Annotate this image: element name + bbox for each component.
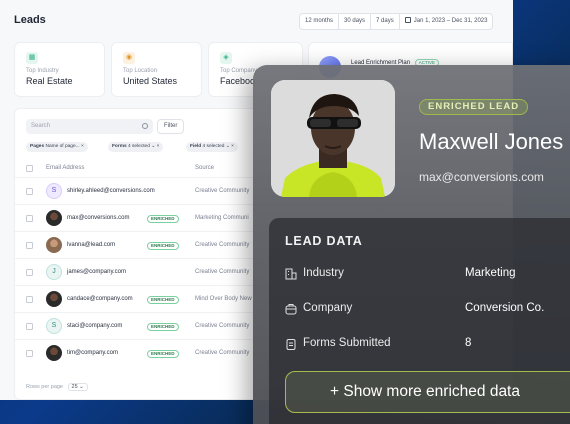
row-email: max@conversions.com — [67, 215, 130, 221]
close-icon[interactable]: × — [157, 144, 160, 149]
avatar: S — [46, 318, 62, 334]
filter-button[interactable]: Filter — [157, 119, 185, 134]
row-source: Creative Community — [195, 242, 250, 248]
date-range-tabs: 12 months 30 days 7 days Jan 1, 2023 – D… — [299, 13, 494, 30]
row-email: staci@company.com — [67, 323, 123, 329]
show-more-enriched-data-button[interactable]: + Show more enriched data — [285, 371, 570, 413]
select-all-checkbox[interactable] — [26, 165, 33, 172]
close-icon[interactable]: × — [81, 144, 84, 149]
enriched-badge: ENRICHED — [147, 215, 179, 223]
lead-data-panel: LEAD DATA Industry Marketing Company Con… — [269, 218, 570, 424]
row-email: candace@company.com — [67, 296, 133, 302]
row-checkbox[interactable] — [26, 350, 33, 357]
avatar — [46, 237, 62, 253]
row-checkbox[interactable] — [26, 269, 33, 276]
stat-card-location: ◉ Top Location United States — [111, 42, 202, 97]
enriched-lead-badge: ENRICHED LEAD — [419, 99, 529, 115]
lead-photo — [271, 80, 395, 197]
tab-7-days[interactable]: 7 days — [371, 14, 400, 29]
lead-field-forms: Forms Submitted 8 — [285, 336, 570, 352]
row-checkbox[interactable] — [26, 188, 33, 195]
row-email: tim@company.com — [67, 350, 118, 356]
column-source[interactable]: Source — [195, 165, 214, 171]
building-icon: ▦ — [26, 52, 38, 64]
row-checkbox[interactable] — [26, 323, 33, 330]
row-source: Mind Over Body New — [195, 296, 252, 302]
rows-per-page: Rows per page 25 ⌄ — [26, 383, 88, 391]
tab-12-months[interactable]: 12 months — [300, 14, 340, 29]
company-icon — [285, 303, 297, 315]
avatar: S — [46, 183, 62, 199]
page-title: Leads — [14, 14, 46, 26]
lead-email: max@conversions.com — [419, 170, 544, 184]
row-source: Creative Community — [195, 269, 250, 275]
row-source: Creative Community — [195, 323, 250, 329]
row-source: Creative Community — [195, 350, 250, 356]
avatar: J — [46, 264, 62, 280]
chevron-down-icon: ⌄ — [225, 144, 230, 149]
row-source: Marketing Communi — [195, 215, 249, 221]
column-email[interactable]: Email Address — [46, 165, 84, 171]
row-checkbox[interactable] — [26, 215, 33, 222]
tab-30-days[interactable]: 30 days — [339, 14, 372, 29]
enriched-badge: ENRICHED — [147, 296, 179, 304]
filter-chip-forms[interactable]: Forms 4 selected ⌄ × — [108, 142, 164, 152]
row-source: Creative Community — [195, 188, 250, 194]
calendar-icon — [404, 17, 411, 23]
lead-data-title: LEAD DATA — [285, 234, 363, 248]
enriched-badge: ENRICHED — [147, 323, 179, 331]
company-icon: ◈ — [220, 52, 232, 64]
row-checkbox[interactable] — [26, 296, 33, 303]
avatar — [46, 345, 62, 361]
search-input[interactable]: Search — [26, 119, 153, 134]
lead-field-industry: Industry Marketing — [285, 266, 570, 282]
close-icon[interactable]: × — [231, 144, 234, 149]
row-checkbox[interactable] — [26, 242, 33, 249]
rows-per-page-select[interactable]: 25 ⌄ — [67, 383, 88, 391]
row-email: shirley.ahleed@conversions.com — [67, 188, 155, 194]
avatar — [46, 210, 62, 226]
building-icon — [285, 268, 297, 280]
row-email: james@company.com — [67, 269, 126, 275]
lead-name: Maxwell Jones — [419, 129, 564, 154]
enriched-badge: ENRICHED — [147, 350, 179, 358]
lead-field-company: Company Conversion Co. — [285, 301, 570, 317]
date-range-picker[interactable]: Jan 1, 2023 – Dec 31, 2023 — [400, 14, 493, 29]
location-icon: ◉ — [123, 52, 135, 64]
filter-chip-field[interactable]: Field 4 selected ⌄ × — [186, 142, 238, 152]
filter-chip-pages[interactable]: Pages Name of page... × — [26, 142, 88, 152]
portrait-image — [271, 80, 395, 197]
chevron-down-icon: ⌄ — [151, 144, 156, 149]
enriched-lead-card: ENRICHED LEAD Maxwell Jones max@conversi… — [253, 65, 570, 424]
stat-card-industry: ▦ Top Industry Real Estate — [14, 42, 105, 97]
avatar — [46, 291, 62, 307]
row-email: lvanna@lead.com — [67, 242, 116, 248]
form-icon — [285, 338, 297, 350]
search-icon — [142, 123, 148, 129]
enriched-badge: ENRICHED — [147, 242, 179, 250]
